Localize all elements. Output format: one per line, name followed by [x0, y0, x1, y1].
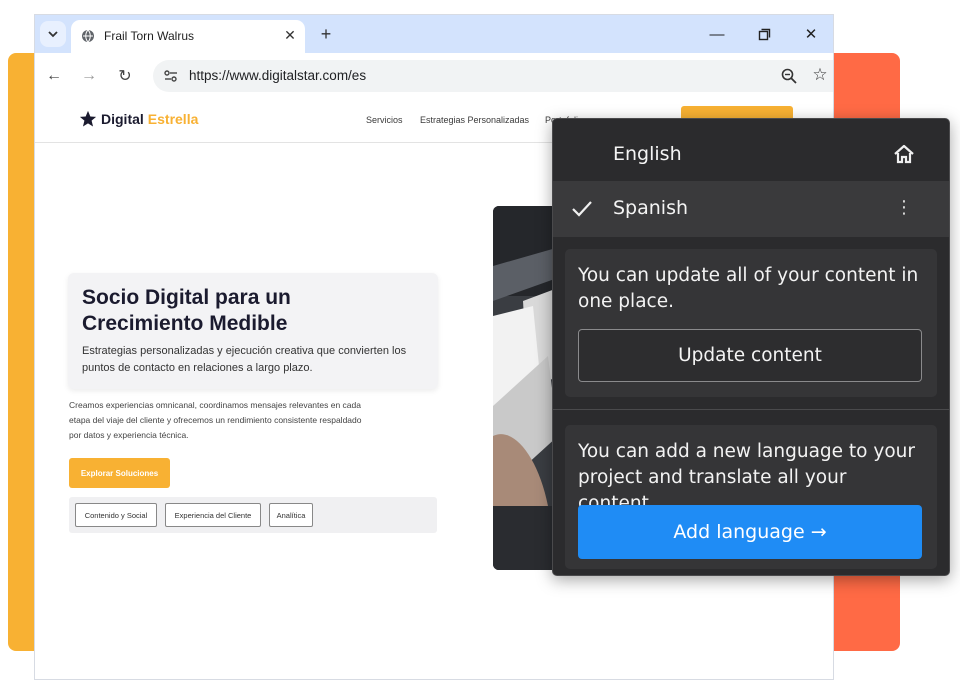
back-icon[interactable]: ← [43, 65, 65, 87]
forward-icon[interactable]: → [78, 65, 100, 87]
check-icon [571, 199, 593, 219]
hero-subtitle: Estrategias personalizadas y ejecución c… [82, 345, 407, 374]
more-options-icon[interactable]: ⋮ [895, 197, 913, 219]
logo-star-icon [79, 110, 97, 127]
reload-icon[interactable]: ↻ [114, 65, 136, 87]
hero-title: Socio Digital para un Crecimiento Medibl… [82, 286, 291, 335]
add-language-button[interactable]: Add language → [578, 505, 922, 559]
language-option-english[interactable]: English [553, 127, 949, 183]
update-content-button[interactable]: Update content [578, 329, 922, 382]
language-label-english: English [613, 143, 682, 165]
hero-card: Socio Digital para un Crecimiento Medibl… [68, 273, 438, 389]
update-content-box: You can update all of your content in on… [565, 249, 937, 397]
browser-toolbar: ← → ↻ https://www.digitalstar.com/es ☆ [35, 53, 833, 99]
site-info-icon[interactable] [163, 68, 179, 84]
logo-text-primary: Digital [101, 111, 144, 127]
nav-link-estrategias[interactable]: Estrategias Personalizadas [420, 115, 529, 125]
window-close-icon[interactable]: ✕ [799, 23, 823, 45]
home-icon [893, 143, 915, 165]
tag-experiencia-cliente[interactable]: Experiencia del Cliente [165, 503, 261, 527]
zoom-icon[interactable] [780, 67, 798, 85]
address-bar[interactable]: https://www.digitalstar.com/es ☆ [153, 60, 833, 92]
tab-search-icon[interactable] [40, 21, 66, 47]
language-label-spanish: Spanish [613, 197, 689, 219]
restore-icon[interactable] [752, 23, 776, 45]
hero-body-text: Creamos experiencias omnicanal, coordina… [69, 400, 362, 440]
star-icon[interactable]: ☆ [810, 65, 830, 85]
nav-link-servicios[interactable]: Servicios [366, 115, 403, 125]
tab-title: Frail Torn Walrus [104, 29, 195, 43]
tab-strip: Frail Torn Walrus ✕ + — ✕ [35, 15, 833, 53]
browser-tab[interactable]: Frail Torn Walrus ✕ [71, 20, 305, 53]
minimize-icon[interactable]: — [705, 23, 729, 45]
tag-analitica[interactable]: Analítica [269, 503, 313, 527]
panel-divider [553, 409, 949, 410]
screenshot-stage: Frail Torn Walrus ✕ + — ✕ ← → ↻ https://… [0, 0, 960, 694]
close-icon[interactable]: ✕ [281, 26, 299, 44]
tag-contenido-social[interactable]: Contenido y Social [75, 503, 157, 527]
explore-solutions-button[interactable]: Explorar Soluciones [69, 458, 170, 488]
url-text: https://www.digitalstar.com/es [189, 68, 367, 83]
language-option-spanish[interactable]: Spanish ⋮ [553, 181, 949, 237]
plus-icon[interactable]: + [315, 23, 337, 45]
language-panel: English Spanish ⋮ You can update all of … [552, 118, 950, 576]
update-content-text: You can update all of your content in on… [578, 265, 919, 312]
tag-row: Contenido y Social Experiencia del Clien… [69, 497, 437, 533]
add-language-box: You can add a new language to your proje… [565, 425, 937, 569]
site-logo[interactable]: Digital Estrella [79, 110, 198, 128]
logo-text-accent: Estrella [147, 111, 199, 127]
globe-icon [81, 29, 95, 43]
